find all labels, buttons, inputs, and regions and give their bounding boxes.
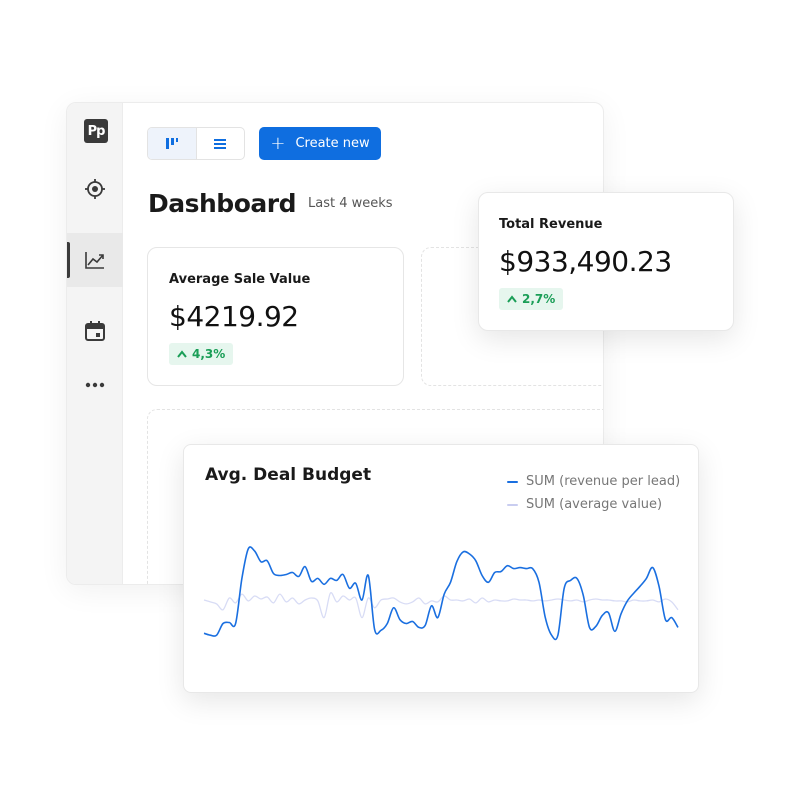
target-icon [85,179,105,199]
sidebar: Pp [67,103,123,584]
average-sale-label: Average Sale Value [169,272,311,287]
sidebar-item-target[interactable] [67,162,123,216]
deal-budget-chart-card[interactable]: Avg. Deal Budget SUM (revenue per lead) … [183,444,699,693]
legend-swatch [507,480,518,483]
legend-item-revenue-per-lead[interactable]: SUM (revenue per lead) [507,470,680,493]
page-title: Dashboard [148,189,296,218]
average-sale-change: 4,3% [192,347,226,361]
series-line-revenue-per-lead [203,546,679,641]
arrow-up-icon [177,350,187,358]
total-revenue-change-badge: 2,7% [499,288,564,310]
sidebar-item-more[interactable] [67,358,123,412]
average-sale-card[interactable]: Average Sale Value $4219.92 4,3% [147,247,404,386]
create-new-label: Create new [295,136,370,151]
legend-swatch [507,503,518,506]
list-view-icon [214,138,227,149]
legend-label: SUM (revenue per lead) [526,474,681,489]
total-revenue-card[interactable]: Total Revenue $933,490.23 2,7% [478,192,734,331]
legend-label: SUM (average value) [526,497,663,512]
average-sale-value: $4219.92 [169,300,299,333]
date-range-label[interactable]: Last 4 weeks [308,196,393,211]
trending-chart-icon [85,252,104,269]
board-view-button[interactable] [148,128,197,159]
legend-item-average-value[interactable]: SUM (average value) [507,493,680,516]
chart-legend: SUM (revenue per lead) SUM (average valu… [507,470,680,516]
total-revenue-value: $933,490.23 [499,245,672,278]
plus-icon: + [270,132,286,154]
view-toggle [147,127,245,160]
create-new-button[interactable]: + Create new [259,127,381,160]
chart-title: Avg. Deal Budget [205,465,372,485]
arrow-up-icon [507,295,517,303]
list-view-button[interactable] [197,128,245,159]
calendar-icon [85,321,105,341]
more-dots-icon [85,382,105,388]
average-sale-change-badge: 4,3% [169,343,234,365]
sidebar-item-calendar[interactable] [67,304,123,358]
app-logo[interactable]: Pp [84,119,108,143]
total-revenue-label: Total Revenue [499,217,603,232]
sidebar-item-insights[interactable] [67,233,123,287]
board-view-icon [165,137,178,149]
total-revenue-change: 2,7% [522,292,556,306]
